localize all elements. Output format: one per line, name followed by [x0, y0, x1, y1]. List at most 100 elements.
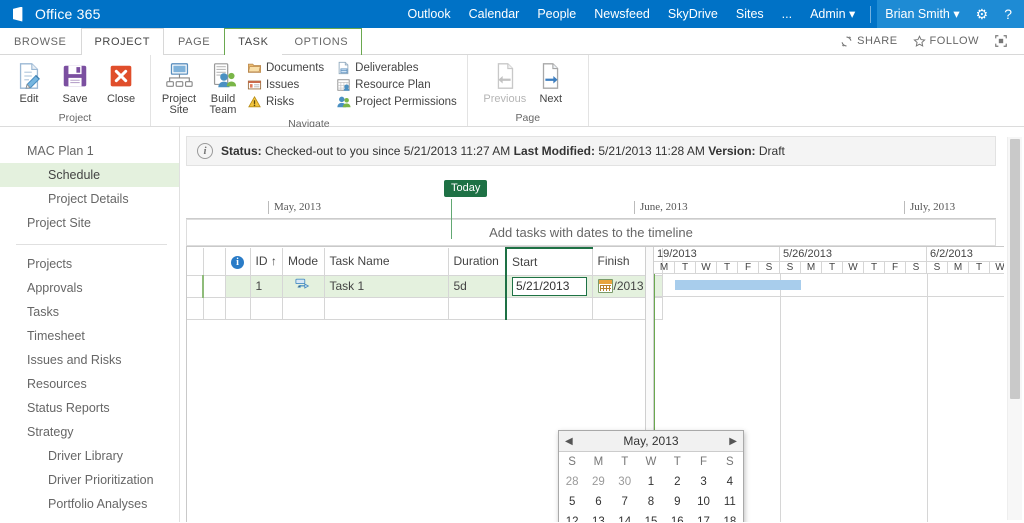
right-arrow-icon[interactable]: ▶ [729, 436, 737, 447]
tab-page[interactable]: PAGE [164, 28, 224, 54]
sidebar-item-status-reports[interactable]: Status Reports [0, 396, 179, 420]
day-cell[interactable]: 12 [559, 512, 585, 522]
edit-button[interactable]: Edit [6, 59, 52, 107]
sidebar-item-driver-library[interactable]: Driver Library [0, 444, 179, 468]
day-cell[interactable]: 28 [559, 472, 585, 492]
issues-button[interactable]: Issues [245, 77, 328, 93]
day-cell[interactable]: 18 [717, 512, 743, 522]
day-cell[interactable]: 13 [585, 512, 611, 522]
day-cell[interactable]: 7 [612, 492, 638, 512]
day-cell[interactable]: 11 [717, 492, 743, 512]
suite-link-admin[interactable]: Admin ▾ [801, 0, 864, 28]
day-cell[interactable]: 6 [585, 492, 611, 512]
sidebar-item-schedule[interactable]: Schedule [0, 163, 179, 187]
duration-column-header[interactable]: Duration [448, 248, 506, 275]
sidebar-item-tasks[interactable]: Tasks [0, 300, 179, 324]
sidebar-item-mac-plan-1[interactable]: MAC Plan 1 [0, 139, 179, 163]
build-team-button[interactable]: Build Team [201, 59, 245, 118]
row-duration-cell[interactable]: 5d [448, 275, 506, 297]
risks-button[interactable]: Risks [245, 94, 328, 110]
suite-link-calendar[interactable]: Calendar [460, 0, 529, 28]
id-column-header[interactable]: ID ↑ [250, 248, 282, 275]
info-column-header[interactable]: i [225, 248, 250, 275]
gear-icon[interactable]: ⚙ [968, 0, 997, 28]
day-cell[interactable]: 9 [664, 492, 690, 512]
sidebar-item-timesheet[interactable]: Timesheet [0, 324, 179, 348]
timeline[interactable]: Today May, 2013 June, 2013 July, 2013 Ad… [186, 180, 996, 238]
vertical-scrollbar[interactable] [1007, 137, 1022, 520]
table-row-empty[interactable] [187, 297, 662, 319]
row-info-cell[interactable] [225, 297, 250, 319]
day-cell[interactable]: 15 [638, 512, 664, 522]
day-cell[interactable]: 16 [664, 512, 690, 522]
row-task-name-cell[interactable]: Task 1 [324, 275, 448, 297]
day-cell[interactable]: 10 [690, 492, 716, 512]
row-gutter[interactable] [187, 297, 203, 319]
row-duration-cell[interactable] [448, 297, 506, 319]
share-button[interactable]: SHARE [834, 33, 903, 50]
suite-brand[interactable]: Office 365 [0, 6, 101, 22]
row-start-cell[interactable] [506, 275, 592, 297]
suite-link-newsfeed[interactable]: Newsfeed [585, 0, 659, 28]
suite-link-skydrive[interactable]: SkyDrive [659, 0, 727, 28]
left-arrow-icon[interactable]: ◀ [565, 436, 573, 447]
sidebar-item-approvals[interactable]: Approvals [0, 276, 179, 300]
row-info-cell[interactable] [225, 275, 250, 297]
timeline-drop-zone[interactable]: Add tasks with dates to the timeline [186, 219, 996, 246]
deliverables-button[interactable]: Deliverables [334, 60, 461, 76]
row-id-cell[interactable]: 1 [250, 275, 282, 297]
resource-plan-button[interactable]: Resource Plan [334, 77, 461, 93]
tab-project[interactable]: PROJECT [81, 28, 165, 55]
row-start-cell[interactable] [506, 297, 592, 319]
project-permissions-button[interactable]: Project Permissions [334, 94, 461, 110]
task-name-column-header[interactable]: Task Name [324, 248, 448, 275]
date-picker-popup[interactable]: ◀ May, 2013 ▶ S M T W T F S [558, 430, 744, 522]
calendar-picker-icon[interactable] [598, 279, 613, 293]
day-cell[interactable]: 17 [690, 512, 716, 522]
start-date-input[interactable] [512, 277, 587, 296]
start-column-header[interactable]: Start [506, 248, 592, 275]
tab-browse[interactable]: BROWSE [0, 28, 81, 54]
user-menu[interactable]: Brian Smith ▾ [877, 0, 967, 28]
question-mark-icon[interactable]: ? [996, 0, 1020, 28]
sidebar-item-reports[interactable]: Reports [0, 516, 179, 523]
sidebar-item-strategy[interactable]: Strategy [0, 420, 179, 444]
save-button[interactable]: Save [52, 59, 98, 107]
tab-task[interactable]: TASK [225, 29, 281, 55]
project-site-button[interactable]: Project Site [157, 59, 201, 118]
row-id-cell[interactable] [250, 297, 282, 319]
day-cell[interactable]: 2 [664, 472, 690, 492]
row-task-name-cell[interactable] [324, 297, 448, 319]
day-cell[interactable]: 4 [717, 472, 743, 492]
tab-options[interactable]: OPTIONS [282, 29, 362, 55]
sidebar-item-portfolio-analyses[interactable]: Portfolio Analyses [0, 492, 179, 516]
day-cell[interactable]: 8 [638, 492, 664, 512]
table-row[interactable]: 1 Task 1 5d [187, 275, 662, 297]
close-button[interactable]: Close [98, 59, 144, 107]
gantt-task-bar[interactable] [675, 280, 801, 290]
suite-link-sites[interactable]: Sites [727, 0, 773, 28]
suite-link-outlook[interactable]: Outlook [399, 0, 460, 28]
sidebar-item-projects[interactable]: Projects [0, 252, 179, 276]
day-cell[interactable]: 5 [559, 492, 585, 512]
day-cell[interactable]: 3 [690, 472, 716, 492]
row-gutter[interactable] [187, 275, 203, 297]
day-cell[interactable]: 29 [585, 472, 611, 492]
day-cell[interactable]: 14 [612, 512, 638, 522]
follow-button[interactable]: FOLLOW [907, 33, 985, 50]
suite-link-overflow[interactable]: ... [773, 0, 801, 28]
focus-on-content-button[interactable] [988, 32, 1014, 50]
next-button[interactable]: Next [528, 59, 574, 107]
sidebar-item-project-details[interactable]: Project Details [0, 187, 179, 211]
day-cell[interactable]: 1 [638, 472, 664, 492]
row-mode-cell[interactable] [282, 275, 324, 297]
sidebar-item-resources[interactable]: Resources [0, 372, 179, 396]
day-cell[interactable]: 30 [612, 472, 638, 492]
scrollbar-thumb[interactable] [1010, 139, 1020, 399]
mode-column-header[interactable]: Mode [282, 248, 324, 275]
sidebar-item-project-site[interactable]: Project Site [0, 211, 179, 235]
row-mode-cell[interactable] [282, 297, 324, 319]
suite-link-people[interactable]: People [528, 0, 585, 28]
previous-button[interactable]: Previous [482, 59, 528, 107]
sidebar-item-driver-prioritization[interactable]: Driver Prioritization [0, 468, 179, 492]
